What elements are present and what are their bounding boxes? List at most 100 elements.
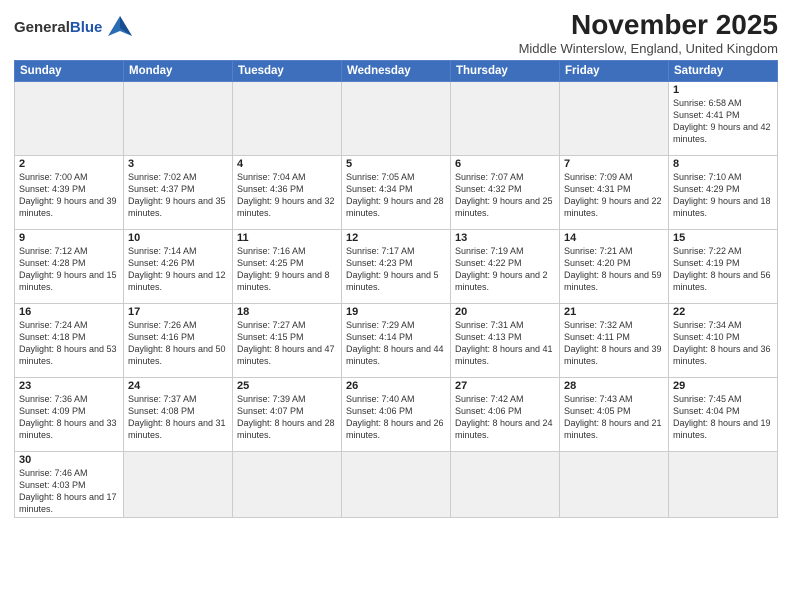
calendar-week-2: 2Sunrise: 7:00 AM Sunset: 4:39 PM Daylig… bbox=[15, 155, 778, 229]
day-number: 14 bbox=[564, 232, 664, 244]
table-row: 11Sunrise: 7:16 AM Sunset: 4:25 PM Dayli… bbox=[233, 229, 342, 303]
calendar-header-row: Sunday Monday Tuesday Wednesday Thursday… bbox=[15, 60, 778, 81]
table-row: 5Sunrise: 7:05 AM Sunset: 4:34 PM Daylig… bbox=[342, 155, 451, 229]
table-row bbox=[233, 81, 342, 155]
table-row bbox=[124, 81, 233, 155]
day-info: Sunrise: 7:42 AM Sunset: 4:06 PM Dayligh… bbox=[455, 393, 555, 442]
day-number: 3 bbox=[128, 158, 228, 170]
day-number: 25 bbox=[237, 380, 337, 392]
day-info: Sunrise: 7:31 AM Sunset: 4:13 PM Dayligh… bbox=[455, 319, 555, 368]
table-row bbox=[124, 451, 233, 518]
table-row: 19Sunrise: 7:29 AM Sunset: 4:14 PM Dayli… bbox=[342, 303, 451, 377]
table-row bbox=[342, 81, 451, 155]
header: GeneralBlue November 2025 Middle Winters… bbox=[14, 10, 778, 56]
day-number: 12 bbox=[346, 232, 446, 244]
header-thursday: Thursday bbox=[451, 60, 560, 81]
table-row bbox=[669, 451, 778, 518]
day-info: Sunrise: 7:21 AM Sunset: 4:20 PM Dayligh… bbox=[564, 245, 664, 294]
table-row: 25Sunrise: 7:39 AM Sunset: 4:07 PM Dayli… bbox=[233, 377, 342, 451]
day-number: 30 bbox=[19, 454, 119, 466]
day-info: Sunrise: 7:36 AM Sunset: 4:09 PM Dayligh… bbox=[19, 393, 119, 442]
day-info: Sunrise: 7:29 AM Sunset: 4:14 PM Dayligh… bbox=[346, 319, 446, 368]
day-number: 6 bbox=[455, 158, 555, 170]
table-row: 6Sunrise: 7:07 AM Sunset: 4:32 PM Daylig… bbox=[451, 155, 560, 229]
day-number: 13 bbox=[455, 232, 555, 244]
day-info: Sunrise: 7:02 AM Sunset: 4:37 PM Dayligh… bbox=[128, 171, 228, 220]
day-info: Sunrise: 7:05 AM Sunset: 4:34 PM Dayligh… bbox=[346, 171, 446, 220]
day-info: Sunrise: 7:26 AM Sunset: 4:16 PM Dayligh… bbox=[128, 319, 228, 368]
header-friday: Friday bbox=[560, 60, 669, 81]
day-number: 4 bbox=[237, 158, 337, 170]
table-row: 28Sunrise: 7:43 AM Sunset: 4:05 PM Dayli… bbox=[560, 377, 669, 451]
table-row bbox=[560, 451, 669, 518]
logo-general: General bbox=[14, 19, 70, 36]
day-info: Sunrise: 7:09 AM Sunset: 4:31 PM Dayligh… bbox=[564, 171, 664, 220]
table-row: 9Sunrise: 7:12 AM Sunset: 4:28 PM Daylig… bbox=[15, 229, 124, 303]
table-row: 22Sunrise: 7:34 AM Sunset: 4:10 PM Dayli… bbox=[669, 303, 778, 377]
calendar-week-1: 1Sunrise: 6:58 AM Sunset: 4:41 PM Daylig… bbox=[15, 81, 778, 155]
day-number: 24 bbox=[128, 380, 228, 392]
location-subtitle: Middle Winterslow, England, United Kingd… bbox=[519, 41, 778, 56]
table-row: 4Sunrise: 7:04 AM Sunset: 4:36 PM Daylig… bbox=[233, 155, 342, 229]
day-number: 17 bbox=[128, 306, 228, 318]
table-row bbox=[451, 451, 560, 518]
table-row bbox=[15, 81, 124, 155]
logo-text: GeneralBlue bbox=[14, 20, 102, 37]
month-title: November 2025 bbox=[519, 10, 778, 41]
calendar-table: Sunday Monday Tuesday Wednesday Thursday… bbox=[14, 60, 778, 519]
table-row bbox=[451, 81, 560, 155]
table-row: 2Sunrise: 7:00 AM Sunset: 4:39 PM Daylig… bbox=[15, 155, 124, 229]
day-number: 18 bbox=[237, 306, 337, 318]
day-info: Sunrise: 7:45 AM Sunset: 4:04 PM Dayligh… bbox=[673, 393, 773, 442]
day-info: Sunrise: 7:24 AM Sunset: 4:18 PM Dayligh… bbox=[19, 319, 119, 368]
day-info: Sunrise: 7:37 AM Sunset: 4:08 PM Dayligh… bbox=[128, 393, 228, 442]
day-number: 10 bbox=[128, 232, 228, 244]
table-row: 15Sunrise: 7:22 AM Sunset: 4:19 PM Dayli… bbox=[669, 229, 778, 303]
table-row: 12Sunrise: 7:17 AM Sunset: 4:23 PM Dayli… bbox=[342, 229, 451, 303]
table-row: 14Sunrise: 7:21 AM Sunset: 4:20 PM Dayli… bbox=[560, 229, 669, 303]
day-info: Sunrise: 7:07 AM Sunset: 4:32 PM Dayligh… bbox=[455, 171, 555, 220]
header-saturday: Saturday bbox=[669, 60, 778, 81]
day-info: Sunrise: 7:39 AM Sunset: 4:07 PM Dayligh… bbox=[237, 393, 337, 442]
day-number: 15 bbox=[673, 232, 773, 244]
day-info: Sunrise: 7:14 AM Sunset: 4:26 PM Dayligh… bbox=[128, 245, 228, 294]
day-info: Sunrise: 7:17 AM Sunset: 4:23 PM Dayligh… bbox=[346, 245, 446, 294]
day-info: Sunrise: 7:19 AM Sunset: 4:22 PM Dayligh… bbox=[455, 245, 555, 294]
logo-blue: Blue bbox=[70, 19, 103, 36]
table-row: 20Sunrise: 7:31 AM Sunset: 4:13 PM Dayli… bbox=[451, 303, 560, 377]
day-number: 21 bbox=[564, 306, 664, 318]
table-row: 24Sunrise: 7:37 AM Sunset: 4:08 PM Dayli… bbox=[124, 377, 233, 451]
day-number: 26 bbox=[346, 380, 446, 392]
day-info: Sunrise: 7:12 AM Sunset: 4:28 PM Dayligh… bbox=[19, 245, 119, 294]
day-info: Sunrise: 7:34 AM Sunset: 4:10 PM Dayligh… bbox=[673, 319, 773, 368]
day-number: 9 bbox=[19, 232, 119, 244]
title-block: November 2025 Middle Winterslow, England… bbox=[519, 10, 778, 56]
day-number: 20 bbox=[455, 306, 555, 318]
day-number: 27 bbox=[455, 380, 555, 392]
table-row: 8Sunrise: 7:10 AM Sunset: 4:29 PM Daylig… bbox=[669, 155, 778, 229]
header-wednesday: Wednesday bbox=[342, 60, 451, 81]
day-info: Sunrise: 7:43 AM Sunset: 4:05 PM Dayligh… bbox=[564, 393, 664, 442]
table-row bbox=[342, 451, 451, 518]
header-sunday: Sunday bbox=[15, 60, 124, 81]
table-row: 16Sunrise: 7:24 AM Sunset: 4:18 PM Dayli… bbox=[15, 303, 124, 377]
page: GeneralBlue November 2025 Middle Winters… bbox=[0, 0, 792, 612]
calendar-week-4: 16Sunrise: 7:24 AM Sunset: 4:18 PM Dayli… bbox=[15, 303, 778, 377]
day-number: 11 bbox=[237, 232, 337, 244]
day-number: 22 bbox=[673, 306, 773, 318]
day-info: Sunrise: 7:22 AM Sunset: 4:19 PM Dayligh… bbox=[673, 245, 773, 294]
day-info: Sunrise: 7:32 AM Sunset: 4:11 PM Dayligh… bbox=[564, 319, 664, 368]
table-row: 21Sunrise: 7:32 AM Sunset: 4:11 PM Dayli… bbox=[560, 303, 669, 377]
day-info: Sunrise: 7:27 AM Sunset: 4:15 PM Dayligh… bbox=[237, 319, 337, 368]
table-row: 17Sunrise: 7:26 AM Sunset: 4:16 PM Dayli… bbox=[124, 303, 233, 377]
table-row: 13Sunrise: 7:19 AM Sunset: 4:22 PM Dayli… bbox=[451, 229, 560, 303]
table-row bbox=[560, 81, 669, 155]
table-row: 30Sunrise: 7:46 AM Sunset: 4:03 PM Dayli… bbox=[15, 451, 124, 518]
table-row: 27Sunrise: 7:42 AM Sunset: 4:06 PM Dayli… bbox=[451, 377, 560, 451]
table-row: 3Sunrise: 7:02 AM Sunset: 4:37 PM Daylig… bbox=[124, 155, 233, 229]
day-info: Sunrise: 7:10 AM Sunset: 4:29 PM Dayligh… bbox=[673, 171, 773, 220]
header-monday: Monday bbox=[124, 60, 233, 81]
table-row: 18Sunrise: 7:27 AM Sunset: 4:15 PM Dayli… bbox=[233, 303, 342, 377]
day-info: Sunrise: 7:46 AM Sunset: 4:03 PM Dayligh… bbox=[19, 467, 119, 516]
table-row: 1Sunrise: 6:58 AM Sunset: 4:41 PM Daylig… bbox=[669, 81, 778, 155]
